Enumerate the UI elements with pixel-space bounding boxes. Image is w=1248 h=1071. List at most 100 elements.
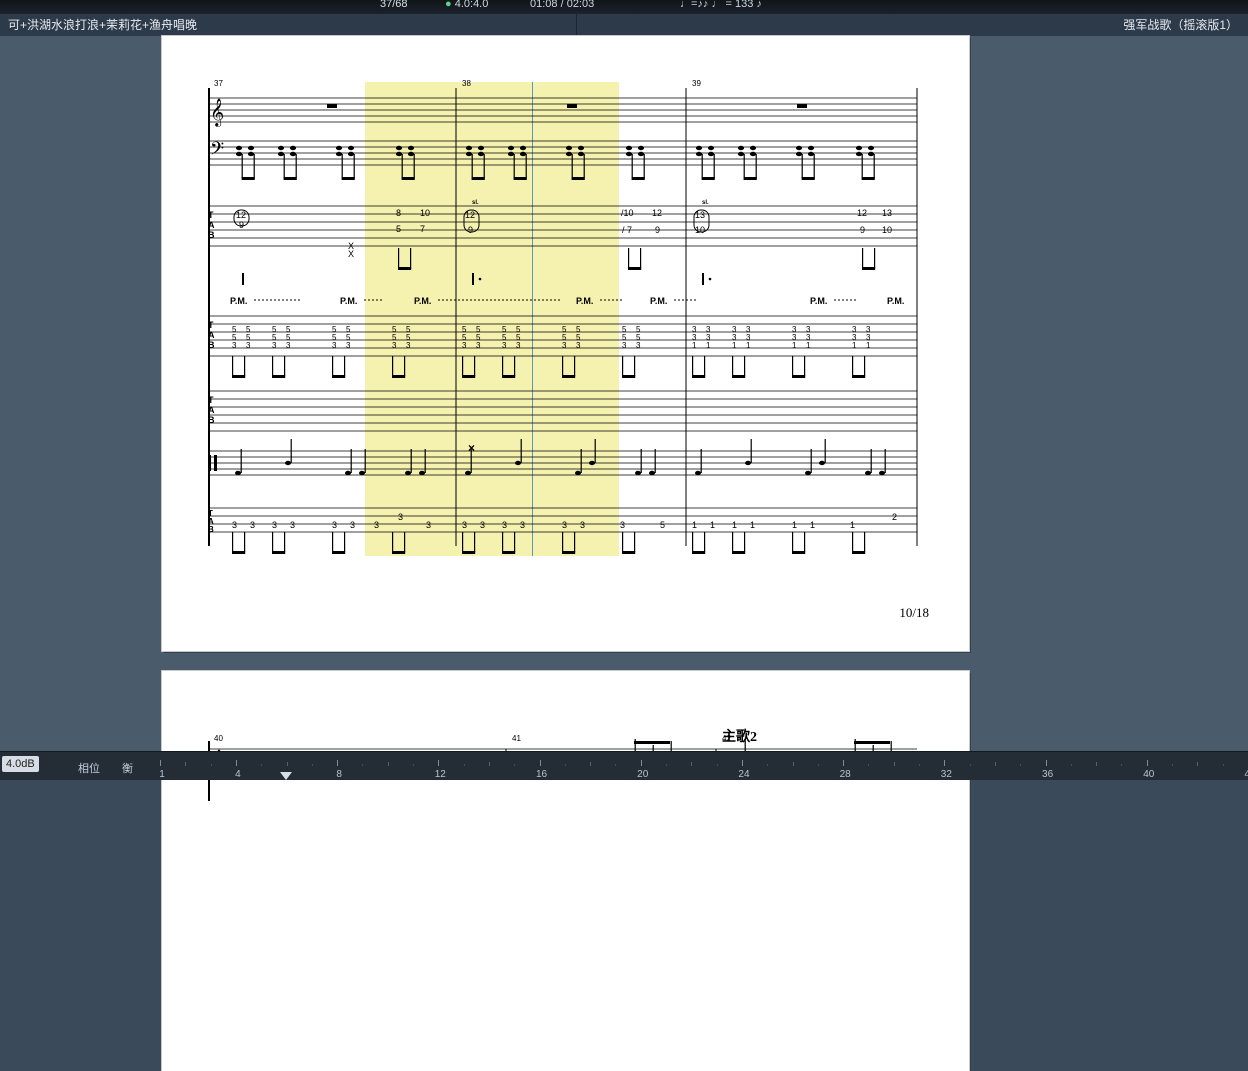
svg-text:X: X bbox=[348, 249, 354, 259]
svg-text:12: 12 bbox=[236, 210, 246, 220]
svg-text:3: 3 bbox=[576, 341, 581, 350]
svg-text:1: 1 bbox=[850, 520, 855, 530]
svg-text:5: 5 bbox=[396, 224, 401, 234]
score-page-1[interactable]: 10/18 bbox=[162, 36, 969, 651]
svg-text:P.M.: P.M. bbox=[650, 296, 667, 306]
svg-text:9: 9 bbox=[655, 225, 660, 235]
svg-text:3: 3 bbox=[620, 520, 625, 530]
svg-text:3: 3 bbox=[502, 520, 507, 530]
staff-drums: × bbox=[208, 439, 917, 475]
svg-text:B: B bbox=[208, 230, 215, 240]
svg-text:A: A bbox=[208, 330, 215, 340]
svg-text:1: 1 bbox=[732, 520, 737, 530]
svg-text:1: 1 bbox=[710, 520, 715, 530]
svg-text:10: 10 bbox=[420, 208, 430, 218]
svg-text:3: 3 bbox=[290, 520, 295, 530]
svg-text:3: 3 bbox=[272, 341, 277, 350]
svg-text:7: 7 bbox=[420, 224, 425, 234]
svg-text:1: 1 bbox=[692, 341, 697, 350]
svg-text:3: 3 bbox=[502, 341, 507, 350]
transport-bar: 37/68 ● 4.0:4.0 01:08 / 02:03 ♩=♪♪ ♩ = 1… bbox=[0, 0, 1248, 14]
svg-text:B: B bbox=[208, 340, 215, 350]
svg-text:3: 3 bbox=[622, 341, 627, 350]
svg-text:9: 9 bbox=[239, 220, 244, 230]
svg-text:8: 8 bbox=[396, 208, 401, 218]
svg-text:3: 3 bbox=[516, 341, 521, 350]
svg-text:P.M.: P.M. bbox=[576, 296, 593, 306]
svg-text:3: 3 bbox=[406, 341, 411, 350]
svg-text:3: 3 bbox=[346, 341, 351, 350]
svg-text:/10: /10 bbox=[621, 208, 634, 218]
svg-text:37: 37 bbox=[214, 79, 223, 88]
project-name-left: 可+洪湖水浪打浪+茉莉花+渔舟唱晚 bbox=[0, 14, 577, 36]
svg-text:9: 9 bbox=[860, 225, 865, 235]
time-signature-display: ● 4.0:4.0 bbox=[445, 0, 488, 10]
svg-text:𝄢: 𝄢 bbox=[210, 138, 224, 163]
svg-text:3: 3 bbox=[636, 341, 641, 350]
svg-text:3: 3 bbox=[520, 520, 525, 530]
svg-text:sl.: sl. bbox=[702, 200, 709, 206]
score-viewport[interactable]: 10/18 bbox=[0, 36, 1248, 752]
svg-text:3: 3 bbox=[462, 520, 467, 530]
ruler-label-balance[interactable]: 衡 bbox=[122, 760, 133, 776]
svg-text:12: 12 bbox=[652, 208, 662, 218]
svg-text:5: 5 bbox=[660, 520, 665, 530]
svg-text:42: 42 bbox=[722, 734, 731, 743]
svg-text:3: 3 bbox=[562, 520, 567, 530]
staff-tab-rhythm: T A B 553 553 553 553 553 553 553 553 bbox=[208, 316, 917, 378]
svg-text:13: 13 bbox=[695, 210, 705, 220]
svg-text:3: 3 bbox=[462, 341, 467, 350]
timeline-ruler[interactable]: 4.0dB 相位 衡 148121620242832364044 bbox=[0, 751, 1248, 780]
playback-time: 01:08 / 02:03 bbox=[530, 0, 594, 10]
svg-text:39: 39 bbox=[692, 79, 701, 88]
notation-svg: 37 38 39 𝄞 bbox=[162, 36, 969, 651]
meter-db-badge: 4.0dB bbox=[2, 756, 39, 772]
svg-text:1: 1 bbox=[732, 341, 737, 350]
svg-text:B: B bbox=[208, 525, 214, 534]
ruler-cursor[interactable] bbox=[280, 772, 292, 780]
svg-text:12: 12 bbox=[857, 208, 867, 218]
staff-treble: 𝄞 bbox=[208, 98, 917, 127]
bar-counter: 37/68 bbox=[380, 0, 408, 10]
svg-text:3: 3 bbox=[232, 341, 237, 350]
svg-text:10: 10 bbox=[695, 225, 705, 235]
svg-text:40: 40 bbox=[214, 734, 223, 743]
svg-text:3: 3 bbox=[480, 520, 485, 530]
svg-text:1: 1 bbox=[806, 341, 811, 350]
svg-text:13: 13 bbox=[882, 208, 892, 218]
svg-text:3: 3 bbox=[580, 520, 585, 530]
staff-tab-empty: T A B bbox=[208, 391, 917, 431]
staff-tab-bass: T A B 33 33 33 3 33 33 33 33 35 11 bbox=[208, 508, 917, 554]
svg-text:3: 3 bbox=[332, 341, 337, 350]
staff-tab-lead: T A B 12 9 X X 8 10 5 7 12 9 sl. bbox=[208, 200, 917, 285]
svg-text:41: 41 bbox=[512, 734, 521, 743]
svg-text:1: 1 bbox=[792, 520, 797, 530]
svg-text:T: T bbox=[208, 210, 214, 220]
ruler-label-phase[interactable]: 相位 bbox=[78, 760, 100, 776]
svg-text:B: B bbox=[208, 415, 215, 425]
svg-text:T: T bbox=[208, 320, 214, 330]
svg-text:3: 3 bbox=[332, 520, 337, 530]
svg-text:1: 1 bbox=[706, 341, 711, 350]
svg-text:1: 1 bbox=[866, 341, 871, 350]
svg-text:3: 3 bbox=[350, 520, 355, 530]
svg-text:1: 1 bbox=[852, 341, 857, 350]
pm-row: P.M. P.M. P.M. P.M. P.M. P.M. P.M. bbox=[230, 296, 904, 306]
svg-text:sl.: sl. bbox=[472, 200, 479, 206]
staff-bass: 𝄢 bbox=[208, 138, 917, 180]
svg-text:P.M.: P.M. bbox=[414, 296, 431, 306]
svg-text:3: 3 bbox=[374, 520, 379, 530]
svg-text:T: T bbox=[208, 395, 214, 405]
document-title-bar: 可+洪湖水浪打浪+茉莉花+渔舟唱晚 强军战歌（摇滚版1） bbox=[0, 14, 1248, 37]
svg-text:/ 7: / 7 bbox=[622, 225, 632, 235]
svg-text:12: 12 bbox=[465, 210, 475, 220]
svg-text:1: 1 bbox=[810, 520, 815, 530]
svg-text:9: 9 bbox=[468, 225, 473, 235]
svg-text:3: 3 bbox=[250, 520, 255, 530]
score-page-2[interactable]: 主歌2 𝄞 40 41 42 bbox=[162, 671, 969, 1071]
svg-text:A: A bbox=[208, 405, 215, 415]
svg-text:3: 3 bbox=[286, 341, 291, 350]
project-name-right: 强军战歌（摇滚版1） bbox=[1113, 14, 1248, 36]
svg-text:1: 1 bbox=[692, 520, 697, 530]
ruler-scale[interactable]: 148121620242832364044 bbox=[160, 752, 1248, 780]
